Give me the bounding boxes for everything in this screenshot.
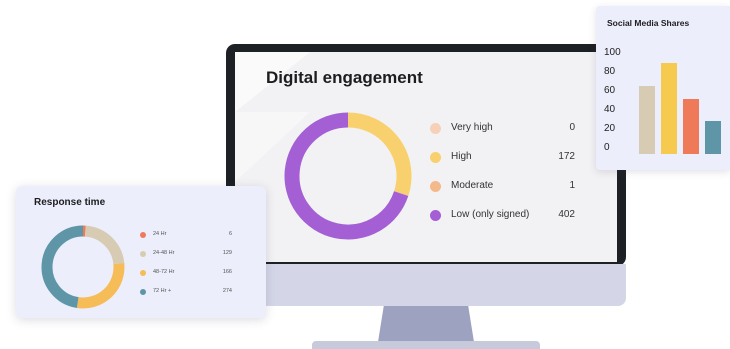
legend-item-moderate: Moderate 1 [430,174,575,203]
legend-label: 24 Hr [153,231,167,237]
legend-value: 129 [222,250,232,256]
response-time-donut-chart [41,225,125,309]
monitor-base [312,341,540,349]
legend-dot [430,210,441,221]
social-media-title: Social Media Shares [607,18,690,28]
legend-dot [430,152,441,163]
legend-dot [140,251,146,257]
legend-item-48-72hr: 48-72 Hr 166 [140,268,232,287]
legend-dot [140,289,146,295]
legend-item-low: Low (only signed) 402 [430,203,575,232]
legend-value: 1 [569,180,575,191]
legend-label: Moderate [451,180,494,191]
response-legend: 24 Hr 6 24-48 Hr 129 48-72 Hr 166 72 Hr … [140,230,232,306]
legend-item-24hr: 24 Hr 6 [140,230,232,249]
legend-label: Very high [451,122,493,133]
legend-label: 48-72 Hr [153,269,175,275]
legend-label: High [451,151,472,162]
legend-item-72hr-plus: 72 Hr + 274 [140,287,232,306]
bar [661,62,677,154]
bar [683,99,699,154]
legend-item-very-high: Very high 0 [430,116,575,145]
donut-segment [84,225,125,265]
response-time-card: Response time 24 Hr 6 24-48 Hr 129 48-72… [16,186,266,318]
y-tick-label: 40 [604,104,616,115]
donut-segment [347,112,412,196]
legend-value: 166 [222,269,232,275]
y-tick-label: 80 [604,66,616,77]
legend-value: 6 [228,231,232,237]
legend-label: 72 Hr + [153,288,172,294]
bar [639,86,655,154]
legend-value: 172 [558,151,575,162]
y-tick-label: 60 [604,85,616,96]
engagement-donut-chart [284,112,412,240]
y-tick-label: 0 [604,142,610,153]
engagement-legend: Very high 0 High 172 Moderate 1 Low (onl… [430,116,575,232]
monitor-stand [378,306,474,342]
legend-item-24-48hr: 24-48 Hr 129 [140,249,232,268]
donut-segment [76,263,125,309]
legend-dot [430,181,441,192]
legend-item-high: High 172 [430,145,575,174]
social-media-card: Social Media Shares 100 80 60 40 20 0 [596,6,730,170]
response-time-title: Response time [34,197,106,208]
bar [705,121,721,154]
legend-label: Low (only signed) [451,209,530,220]
legend-dot [140,270,146,276]
legend-value: 274 [222,288,232,294]
donut-segment [41,225,84,309]
y-tick-label: 100 [604,47,621,58]
legend-value: 0 [569,122,575,133]
legend-label: 24-48 Hr [153,250,175,256]
legend-dot [140,232,146,238]
y-tick-label: 20 [604,123,616,134]
legend-dot [430,123,441,134]
legend-value: 402 [558,209,575,220]
engagement-title: Digital engagement [266,68,423,87]
monitor-chin [226,264,626,306]
